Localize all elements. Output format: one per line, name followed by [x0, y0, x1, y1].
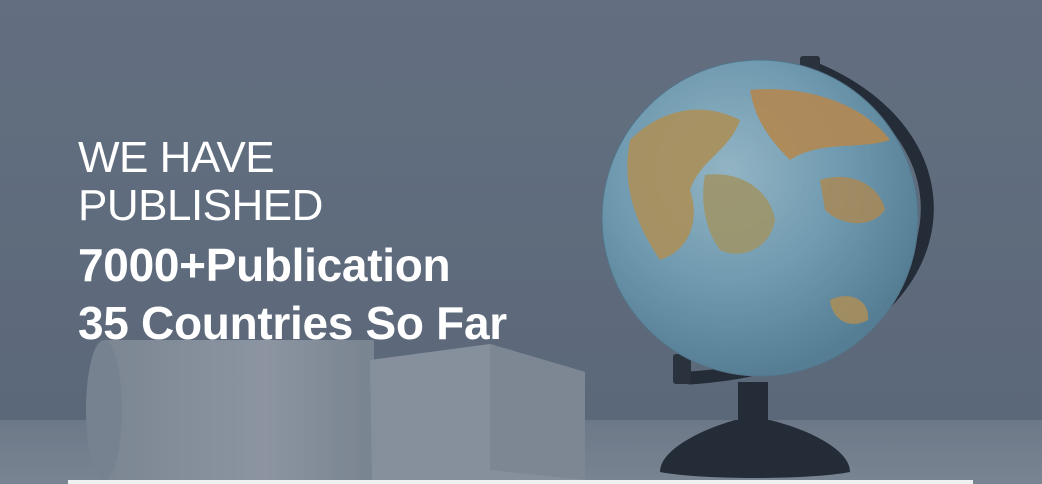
bottom-panel-edge — [68, 480, 973, 484]
headline-line-published: PUBLISHED — [78, 181, 323, 230]
headline-line-publication-count: 7000+Publication — [78, 239, 451, 291]
headline-line-countries-count: 35 Countries So Far — [78, 297, 507, 349]
headline-line-we-have: WE HAVE — [78, 133, 275, 182]
hero-headline: WE HAVE PUBLISHED 7000+Publication 35 Co… — [78, 134, 507, 352]
hero-banner: WE HAVE PUBLISHED 7000+Publication 35 Co… — [0, 0, 1042, 484]
